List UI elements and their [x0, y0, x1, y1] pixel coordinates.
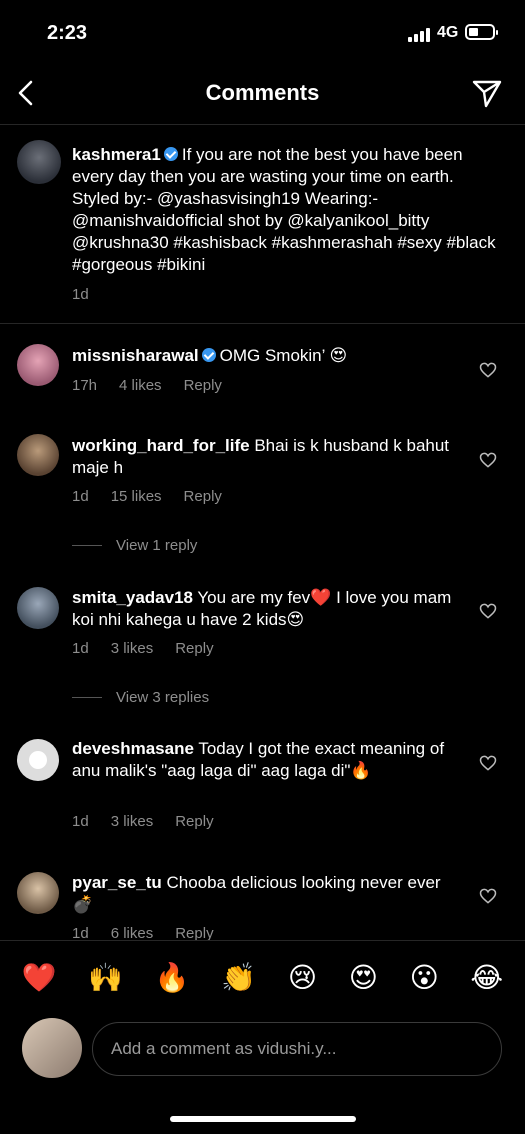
view-replies-button[interactable]: View 3 replies: [72, 689, 209, 706]
reaction-heart-eyes[interactable]: 😍: [349, 955, 378, 1001]
like-heart-icon[interactable]: [478, 360, 498, 380]
caption-time: 1d: [72, 286, 89, 303]
reply-button[interactable]: Reply: [184, 488, 222, 505]
view-replies-button[interactable]: View 1 reply: [72, 537, 197, 554]
comment-body: OMG Smokin’ 😍: [219, 346, 348, 365]
reply-button[interactable]: Reply: [175, 813, 213, 830]
comment-meta: 1d 3 likes Reply: [72, 813, 236, 830]
avatar[interactable]: [17, 434, 59, 476]
comment-meta: 1d 3 likes Reply: [72, 640, 236, 657]
caption-text: kashmera1 If you are not the best you hav…: [72, 144, 502, 276]
avatar[interactable]: [17, 344, 59, 386]
page-title: Comments: [205, 80, 320, 105]
comment-text: working_hard_for_life Bhai is k husband …: [72, 435, 452, 479]
reaction-wow[interactable]: 😮: [410, 955, 439, 1001]
reaction-cry[interactable]: 😢: [288, 955, 317, 1001]
replies-line: [72, 697, 102, 698]
comment-meta: 1d 15 likes Reply: [72, 488, 244, 505]
reaction-raised-hands[interactable]: 🙌: [88, 955, 123, 1001]
avatar[interactable]: [17, 872, 59, 914]
view-replies-label: View 1 reply: [116, 537, 198, 554]
composer-divider: [0, 940, 525, 941]
quick-reactions: ❤️ 🙌 🔥 👏 😢 😍 😮 😂: [0, 955, 525, 1001]
reaction-fire[interactable]: 🔥: [155, 955, 190, 1001]
view-replies-label: View 3 replies: [116, 689, 210, 706]
comment-text: deveshmasane Today I got the exact meani…: [72, 738, 452, 782]
verified-icon: [201, 348, 216, 362]
signal-icon: [408, 28, 432, 42]
like-heart-icon[interactable]: [478, 450, 498, 470]
comment-username[interactable]: smita_yadav18: [72, 588, 193, 607]
caption-body: If you are not the best you have been ev…: [72, 145, 496, 274]
status-time: 2:23: [47, 22, 88, 44]
caption-username[interactable]: kashmera1: [72, 145, 161, 164]
verified-icon: [163, 147, 178, 161]
avatar[interactable]: [17, 587, 59, 629]
comment-username[interactable]: pyar_se_tu: [72, 873, 162, 892]
comment-likes[interactable]: 3 likes: [111, 640, 154, 657]
battery-icon: [465, 24, 498, 40]
comment-meta: 17h 4 likes Reply: [72, 377, 244, 394]
avatar: [22, 1018, 82, 1078]
comment-input-placeholder: Add a comment as vidushi.y...: [111, 1039, 337, 1058]
comment-input[interactable]: Add a comment as vidushi.y...: [92, 1022, 502, 1076]
comment-time: 17h: [72, 377, 98, 394]
home-indicator[interactable]: [170, 1116, 356, 1122]
reaction-heart[interactable]: ❤️: [22, 955, 57, 1001]
caption-divider: [0, 323, 525, 324]
network-label: 4G: [437, 24, 459, 41]
comment-username[interactable]: missnisharawal: [72, 346, 199, 365]
comment-username[interactable]: working_hard_for_life: [72, 436, 250, 455]
comment-time: 1d: [72, 813, 89, 830]
direct-message-icon[interactable]: [470, 76, 504, 110]
caption-meta: 1d: [72, 286, 111, 303]
reply-button[interactable]: Reply: [175, 640, 213, 657]
comment-text: smita_yadav18 You are my fev❤️ I love yo…: [72, 587, 452, 631]
reaction-laugh[interactable]: 😂: [470, 955, 503, 1001]
comment-text: pyar_se_tu Chooba delicious looking neve…: [72, 872, 452, 916]
replies-line: [72, 545, 102, 546]
comment-likes[interactable]: 4 likes: [119, 377, 162, 394]
comment-time: 1d: [72, 640, 89, 657]
reply-button[interactable]: Reply: [184, 377, 222, 394]
like-heart-icon[interactable]: [478, 753, 498, 773]
like-heart-icon[interactable]: [478, 601, 498, 621]
avatar[interactable]: [17, 739, 59, 781]
comment-likes[interactable]: 15 likes: [111, 488, 162, 505]
reaction-clap[interactable]: 👏: [221, 955, 256, 1001]
like-heart-icon[interactable]: [478, 886, 498, 906]
comment-time: 1d: [72, 488, 89, 505]
comment-username[interactable]: deveshmasane: [72, 739, 194, 758]
status-bar: 2:23 4G: [0, 0, 525, 66]
comment-likes[interactable]: 3 likes: [111, 813, 154, 830]
header-divider: [0, 124, 525, 125]
comment-text: missnisharawal OMG Smokin’ 😍: [72, 345, 452, 367]
avatar[interactable]: [17, 140, 61, 184]
